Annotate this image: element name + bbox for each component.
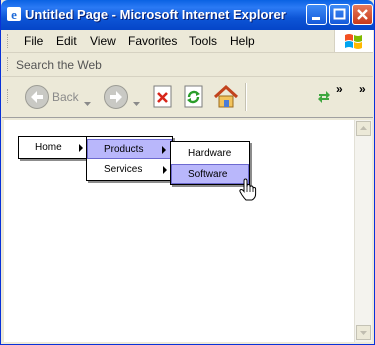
menu-item-label: Hardware	[188, 148, 232, 159]
toolbar-chevron-icon[interactable]: »	[336, 82, 343, 96]
menu-view[interactable]: View	[90, 34, 116, 48]
menu-item-label: Software	[188, 169, 228, 180]
go-arrows-icon[interactable]	[316, 89, 332, 110]
back-icon[interactable]	[24, 84, 50, 115]
toolbar-grip[interactable]	[7, 89, 11, 103]
title-bar[interactable]: e Untitled Page - Microsoft Internet Exp…	[1, 0, 374, 30]
refresh-icon[interactable]	[183, 85, 205, 114]
menu-help[interactable]: Help	[230, 34, 255, 48]
menu-favorites[interactable]: Favorites	[128, 34, 177, 48]
home-icon[interactable]	[212, 83, 240, 116]
scroll-up-button[interactable]	[356, 121, 371, 136]
forward-icon[interactable]	[103, 84, 129, 115]
maximize-button[interactable]	[329, 4, 350, 25]
menu-item-label: Home	[35, 142, 62, 153]
menu-level-1: Home	[18, 136, 89, 159]
menu-edit[interactable]: Edit	[56, 34, 77, 48]
scroll-down-button[interactable]	[356, 325, 371, 340]
search-bar: Search the Web	[2, 53, 373, 77]
toolbar-chevron-icon[interactable]: »	[359, 82, 366, 96]
svg-text:e: e	[11, 7, 17, 22]
menu-tools[interactable]: Tools	[189, 34, 217, 48]
windows-logo-icon	[334, 30, 373, 52]
toolbar-grip[interactable]	[7, 57, 11, 71]
ie-logo-icon: e	[6, 6, 22, 22]
menu-level-2: Products Services	[86, 136, 173, 181]
toolbar-separator	[245, 83, 247, 111]
page-content: Home Products Services Hardware Software	[4, 120, 354, 342]
menu-item-label: Products	[104, 144, 144, 155]
close-button[interactable]	[352, 4, 373, 25]
hand-cursor-icon	[238, 178, 258, 207]
menu-item-label: Services	[104, 164, 143, 175]
window-title: Untitled Page - Microsoft Internet Explo…	[25, 7, 286, 22]
forward-dropdown-icon[interactable]	[133, 94, 140, 112]
back-button-label[interactable]: Back	[52, 90, 79, 104]
menu-item-products[interactable]: Products	[87, 139, 172, 159]
search-web-field[interactable]: Search the Web	[16, 58, 102, 72]
submenu-arrow-icon	[79, 144, 83, 152]
vertical-scrollbar[interactable]	[354, 120, 372, 342]
menu-file[interactable]: File	[24, 34, 43, 48]
back-dropdown-icon[interactable]	[84, 94, 91, 112]
browser-window: e Untitled Page - Microsoft Internet Exp…	[0, 0, 375, 345]
submenu-arrow-icon	[162, 146, 166, 154]
toolbar-grip[interactable]	[7, 34, 11, 48]
standard-toolbar: Back » »	[2, 77, 373, 118]
stop-icon[interactable]	[152, 85, 174, 114]
menu-item-home[interactable]: Home	[19, 138, 88, 158]
minimize-button[interactable]	[306, 4, 327, 25]
submenu-arrow-icon	[163, 166, 167, 174]
menu-item-services[interactable]: Services	[87, 160, 172, 180]
menu-item-hardware[interactable]: Hardware	[171, 144, 249, 164]
menu-bar: File Edit View Favorites Tools Help	[2, 30, 373, 53]
